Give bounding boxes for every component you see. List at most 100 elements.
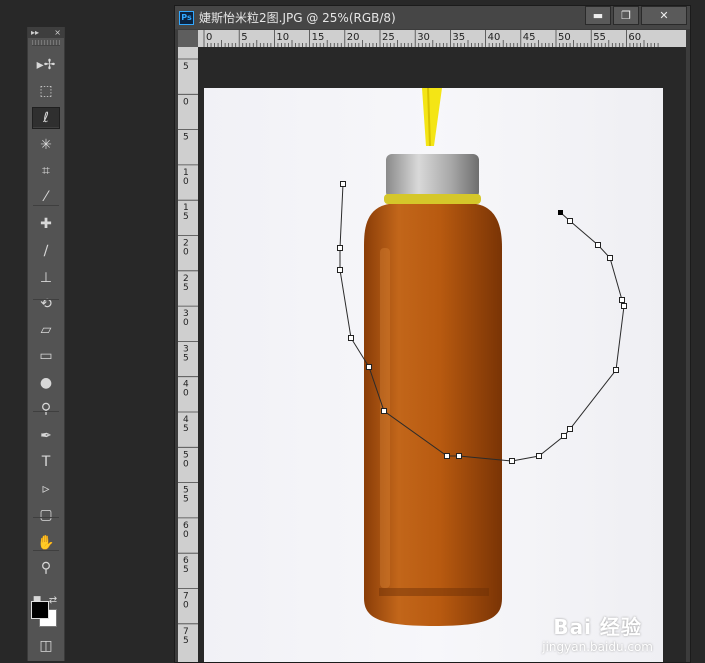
pen-tool[interactable]: ✒ [32, 425, 60, 447]
close-button[interactable]: ✕ [641, 6, 687, 25]
ruler-tick-label: 50 [183, 450, 189, 469]
tool-separator [33, 550, 59, 551]
eraser-tool[interactable]: ▱ [32, 319, 60, 341]
pen-icon: ✒ [40, 428, 52, 444]
ruler-tick-label: 40 [488, 32, 501, 43]
quick-mask-icon: ◫ [39, 638, 53, 654]
document-title: 婕斯怡米粒2图.JPG @ 25%(RGB/8) [199, 11, 396, 25]
path-anchor-point[interactable] [536, 453, 542, 459]
photo-image: Bai 经验 jingyan.baidu.com [204, 87, 663, 662]
history-brush-tool[interactable]: ⟲ [32, 293, 60, 315]
window-controls: ▬ ❐ ✕ [585, 6, 687, 25]
magic-wand-icon: ✳ [40, 137, 52, 153]
path-anchor-point[interactable] [340, 181, 346, 187]
ruler-tick-label: 60 [183, 521, 189, 540]
lasso-tool[interactable]: ℓ [32, 107, 60, 129]
rectangular-marquee-tool[interactable]: ⬚ [32, 80, 60, 102]
path-anchor-point[interactable] [509, 458, 515, 464]
magic-wand-tool[interactable]: ✳ [32, 134, 60, 156]
path-anchor-point[interactable] [444, 453, 450, 459]
zoom-tool[interactable]: ⚲ [32, 557, 60, 579]
collapse-panel-icon[interactable]: ▸▸ [31, 28, 39, 37]
ruler-tick-label: 55 [183, 486, 189, 505]
blur-drop-icon: ● [39, 375, 53, 391]
ruler-tick-label: 25 [382, 32, 395, 43]
ruler-tick-label: 20 [183, 239, 189, 258]
foreground-color-swatch[interactable] [31, 601, 49, 619]
tools-panel-header[interactable]: ▸▸ × [28, 27, 64, 38]
tool-separator [33, 205, 59, 206]
path-anchor-point[interactable] [456, 453, 462, 459]
bottle-illustration [337, 87, 627, 626]
ruler-tick-label: 55 [593, 32, 606, 43]
ruler-tick-label: 10 [183, 168, 189, 187]
move-tool[interactable]: ▸✢ [32, 54, 60, 76]
path-anchor-point[interactable] [561, 433, 567, 439]
brush-icon: ∕ [43, 243, 49, 259]
ruler-tick-label: 25 [183, 274, 189, 293]
ruler-tick-label: 10 [276, 32, 289, 43]
brush-tool[interactable]: ∕ [32, 240, 60, 262]
path-anchor-point[interactable] [567, 426, 573, 432]
dodge-tool[interactable]: ⚲ [32, 398, 60, 420]
document-window: Ps 婕斯怡米粒2图.JPG @ 25%(RGB/8) ▬ ❐ ✕ 0 5 10 15… [174, 5, 691, 663]
tool-separator [33, 517, 59, 518]
ruler-tick-label: 35 [183, 344, 189, 363]
path-anchor-point[interactable] [366, 364, 372, 370]
vertical-ruler[interactable]: 5051015202530354045505560657075 [178, 47, 198, 662]
zoom-icon: ⚲ [40, 560, 52, 576]
crop-icon: ⌗ [42, 163, 50, 179]
ruler-tick-label: 15 [312, 32, 325, 43]
shape-tool[interactable]: ▢ [32, 504, 60, 526]
ruler-tick-label: 35 [452, 32, 465, 43]
panel-grip[interactable] [32, 40, 60, 46]
path-anchor-point[interactable] [607, 255, 613, 261]
ruler-tick-label: 5 [183, 133, 189, 143]
ruler-tick-label: 0 [206, 32, 212, 43]
path-anchor-point[interactable] [337, 245, 343, 251]
ruler-tick-label: 45 [523, 32, 536, 43]
tool-separator [33, 299, 59, 300]
document-canvas[interactable]: Bai 经验 jingyan.baidu.com [198, 47, 686, 662]
path-anchor-point[interactable] [567, 218, 573, 224]
path-anchor-point[interactable] [381, 408, 387, 414]
path-anchor-point[interactable] [619, 297, 625, 303]
ruler-tick-label: 65 [183, 556, 189, 575]
ruler-tick-label: 40 [183, 380, 189, 399]
clone-stamp-tool[interactable]: ⊥ [32, 267, 60, 289]
ruler-tick-label: 20 [347, 32, 360, 43]
photoshop-logo-icon: Ps [179, 10, 194, 25]
document-tab[interactable]: Ps 婕斯怡米粒2图.JPG @ 25%(RGB/8) ▬ ❐ ✕ [175, 6, 690, 29]
ruler-tick-label: 15 [183, 203, 189, 222]
quick-mask-button[interactable]: ◫ [32, 635, 60, 657]
ruler-origin[interactable] [178, 30, 198, 47]
gradient-icon: ▭ [39, 348, 53, 364]
restore-button[interactable]: ❐ [613, 6, 639, 25]
type-icon: T [41, 454, 51, 470]
close-panel-icon[interactable]: × [54, 28, 61, 37]
type-tool[interactable]: T [32, 451, 60, 473]
crop-tool[interactable]: ⌗ [32, 160, 60, 182]
horizontal-ruler[interactable]: 0 5 10 15 20 25 30 35 40 45 50 55 60 [198, 30, 686, 47]
minimize-button[interactable]: ▬ [585, 6, 611, 25]
tool-separator [33, 411, 59, 412]
blur-tool[interactable]: ● [32, 372, 60, 394]
path-anchor-point[interactable] [348, 335, 354, 341]
ruler-tick-label: 5 [241, 32, 247, 43]
path-anchor-point[interactable] [595, 242, 601, 248]
ruler-tick-label: 70 [183, 592, 189, 611]
path-anchor-point[interactable] [621, 303, 627, 309]
marquee-icon: ⬚ [39, 83, 53, 99]
path-anchor-point[interactable] [337, 267, 343, 273]
ruler-tick-label: 30 [183, 309, 189, 328]
path-select-arrow-icon: ▹ [42, 481, 50, 497]
healing-brush-icon: ✚ [40, 216, 52, 232]
healing-brush-tool[interactable]: ✚ [32, 213, 60, 235]
path-anchor-point[interactable] [613, 367, 619, 373]
baidu-watermark: Bai 经验 jingyan.baidu.com [542, 611, 653, 654]
gradient-tool[interactable]: ▭ [32, 345, 60, 367]
ruler-tick-label: 45 [183, 415, 189, 434]
path-selection-tool[interactable]: ▹ [32, 478, 60, 500]
tools-panel: ▸▸ × ▸✢ ⬚ ℓ ✳ ⌗ ⁄ ✚ ∕ ⊥ ⟲ ▱ ▭ ● ⚲ ✒ T ▹ ▢ ✋ ⚲ ■ ⇄ ◫ [27, 27, 65, 661]
stamp-icon: ⊥ [39, 270, 53, 286]
